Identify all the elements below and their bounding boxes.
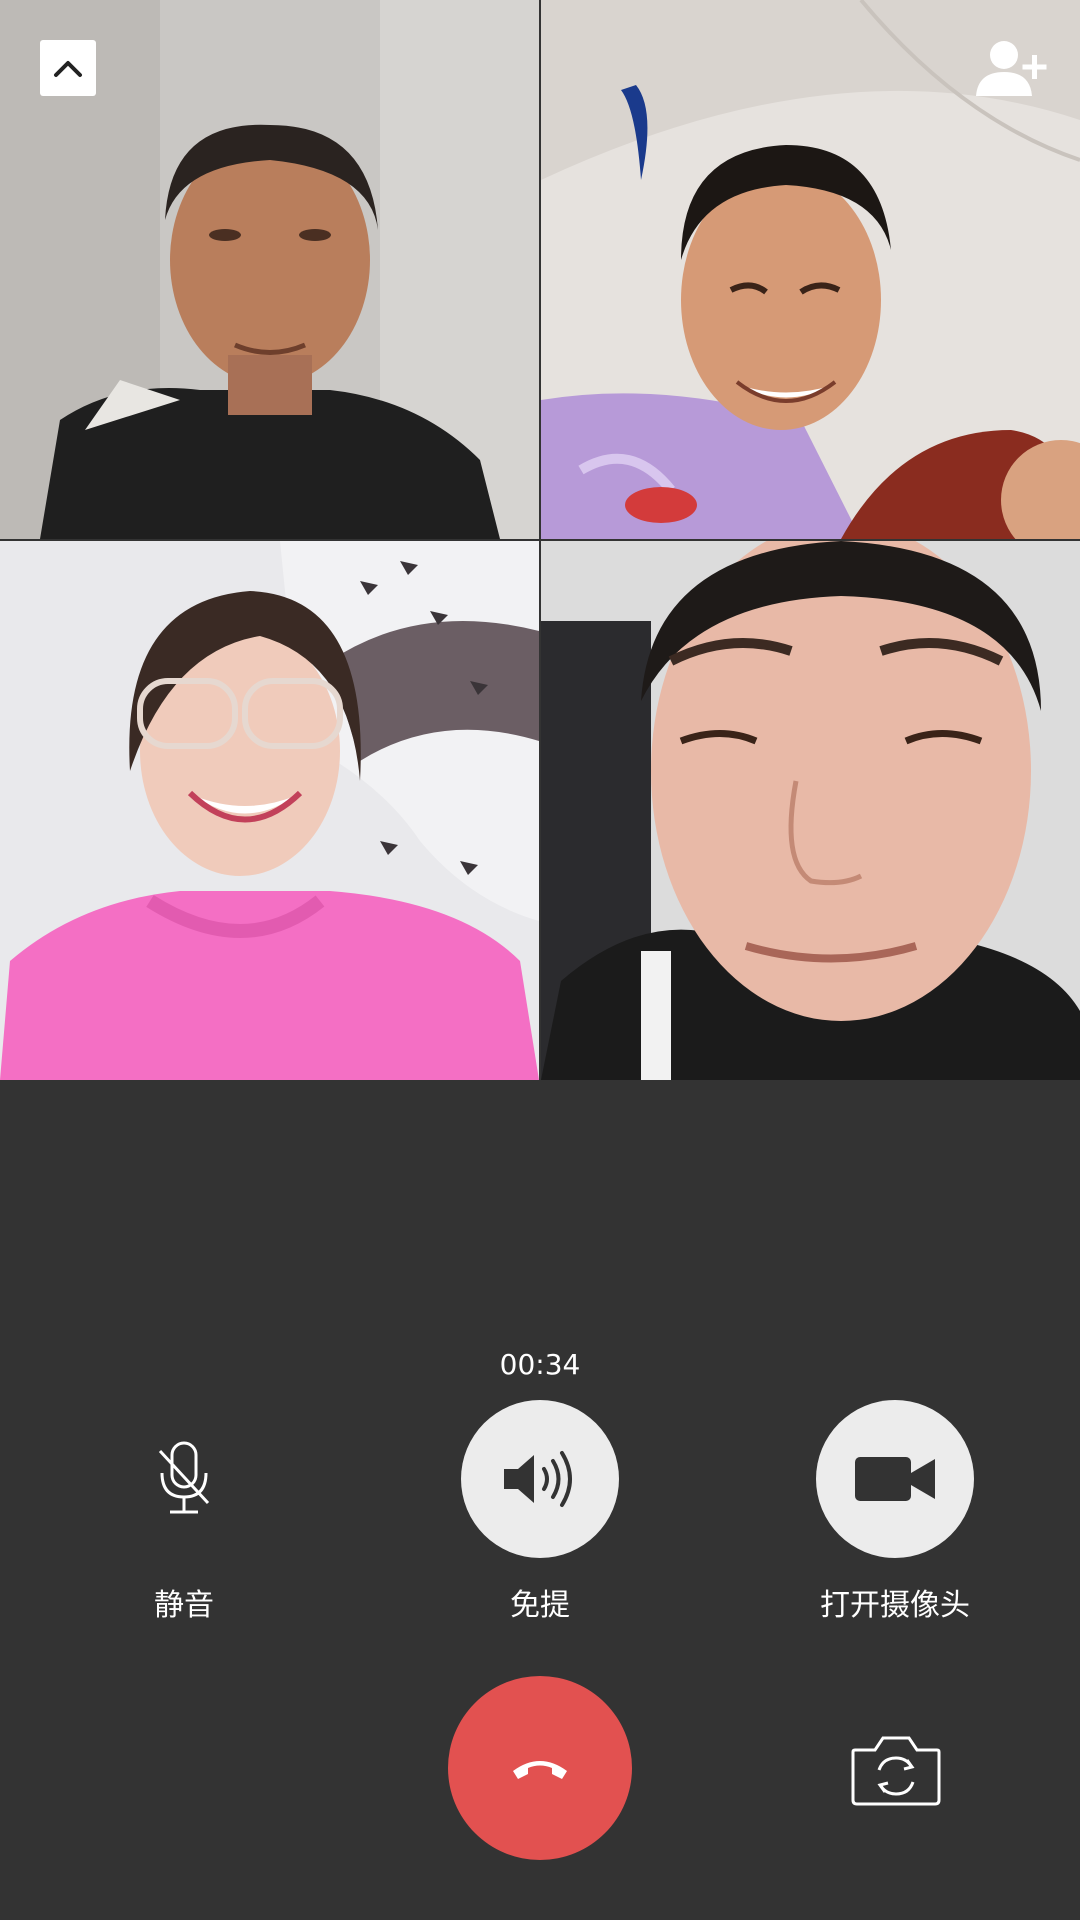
camera-label: 打开摄像头 — [820, 1588, 970, 1623]
call-timer: 00:34 — [499, 1348, 581, 1381]
speaker-button[interactable]: 免提 — [440, 1400, 640, 1623]
participant-4-video — [541, 541, 1080, 1080]
open-camera-button[interactable]: 打开摄像头 — [795, 1400, 995, 1623]
chevron-up-icon — [54, 61, 82, 77]
speaker-icon — [504, 1451, 572, 1507]
video-call-screen: 00:34 静音 免提 打开摄像头 — [0, 0, 1080, 1920]
add-person-icon — [976, 41, 1047, 96]
microphone-muted-icon — [158, 1441, 210, 1514]
video-grid — [0, 0, 1080, 1080]
mute-button[interactable]: 静音 — [84, 1400, 284, 1623]
camera-icon-wrap — [816, 1400, 974, 1558]
speaker-label: 免提 — [510, 1588, 570, 1623]
collapse-button[interactable] — [40, 40, 96, 96]
speaker-icon-wrap — [461, 1400, 619, 1558]
add-member-button[interactable] — [976, 38, 1052, 98]
mute-icon-wrap — [105, 1400, 263, 1558]
video-tile-participant-3[interactable] — [0, 541, 539, 1080]
phone-hangup-icon — [513, 1761, 567, 1779]
hangup-button[interactable] — [448, 1676, 632, 1860]
flip-camera-button[interactable] — [849, 1732, 943, 1808]
mute-label: 静音 — [154, 1588, 214, 1623]
camera-flip-icon — [851, 1736, 941, 1806]
video-tile-participant-4[interactable] — [541, 541, 1080, 1080]
video-camera-icon — [855, 1457, 935, 1501]
participant-3-video — [0, 541, 539, 1080]
